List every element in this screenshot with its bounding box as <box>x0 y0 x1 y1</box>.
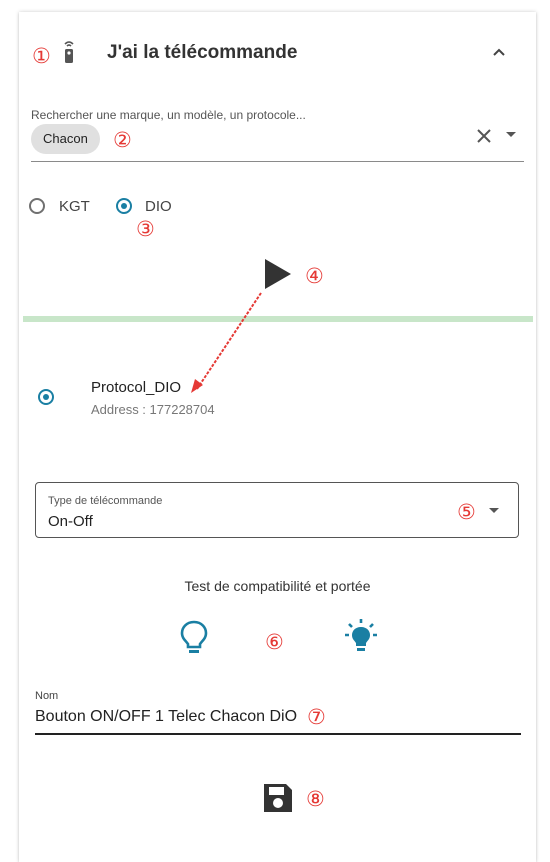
radio-kgt-label: KGT <box>59 198 90 215</box>
lightbulb-on-icon[interactable] <box>344 618 378 658</box>
header-title: J'ai la télécommande <box>107 42 298 63</box>
remote-card: ① J'ai la télécommande Rechercher une ma… <box>19 12 536 862</box>
chevron-up-icon[interactable] <box>491 45 507 59</box>
annotation-6: ⑥ <box>265 631 284 654</box>
play-icon[interactable] <box>263 258 293 290</box>
save-icon[interactable] <box>261 781 295 815</box>
protocol-name: Protocol_DIO <box>91 379 182 396</box>
protocol-radio[interactable] <box>38 389 54 405</box>
name-field-input[interactable]: Bouton ON/OFF 1 Telec Chacon DiO <box>35 708 297 726</box>
brand-chip[interactable]: Chacon <box>31 124 100 154</box>
caret-down-icon[interactable] <box>506 132 516 137</box>
annotation-1: ① <box>32 45 51 68</box>
remote-type-select[interactable] <box>35 482 519 538</box>
annotation-5: ⑤ <box>457 501 476 524</box>
protocol-address: Address : 177228704 <box>91 402 215 417</box>
remote-type-label: Type de télécommande <box>48 495 163 507</box>
close-icon[interactable] <box>475 127 493 145</box>
search-underline <box>31 161 524 162</box>
caret-down-icon[interactable] <box>489 508 499 513</box>
remote-icon <box>64 41 74 63</box>
search-label: Rechercher une marque, un modèle, un pro… <box>31 108 306 122</box>
radio-kgt[interactable] <box>29 198 45 214</box>
annotation-3: ③ <box>136 218 155 241</box>
name-field-label: Nom <box>35 690 59 702</box>
annotation-2: ② <box>113 129 132 152</box>
scan-progress-bar <box>23 316 533 322</box>
annotation-4: ④ <box>305 265 324 288</box>
radio-dio-label: DIO <box>145 198 172 215</box>
remote-type-value: On-Off <box>48 513 93 530</box>
annotation-arrow <box>191 292 262 393</box>
lightbulb-off-icon[interactable] <box>177 618 211 658</box>
annotation-8: ⑧ <box>306 788 325 811</box>
test-title: Test de compatibilité et portée <box>184 578 371 594</box>
name-field-underline <box>35 733 521 735</box>
annotation-7: ⑦ <box>307 706 326 729</box>
radio-dio[interactable] <box>116 198 132 214</box>
